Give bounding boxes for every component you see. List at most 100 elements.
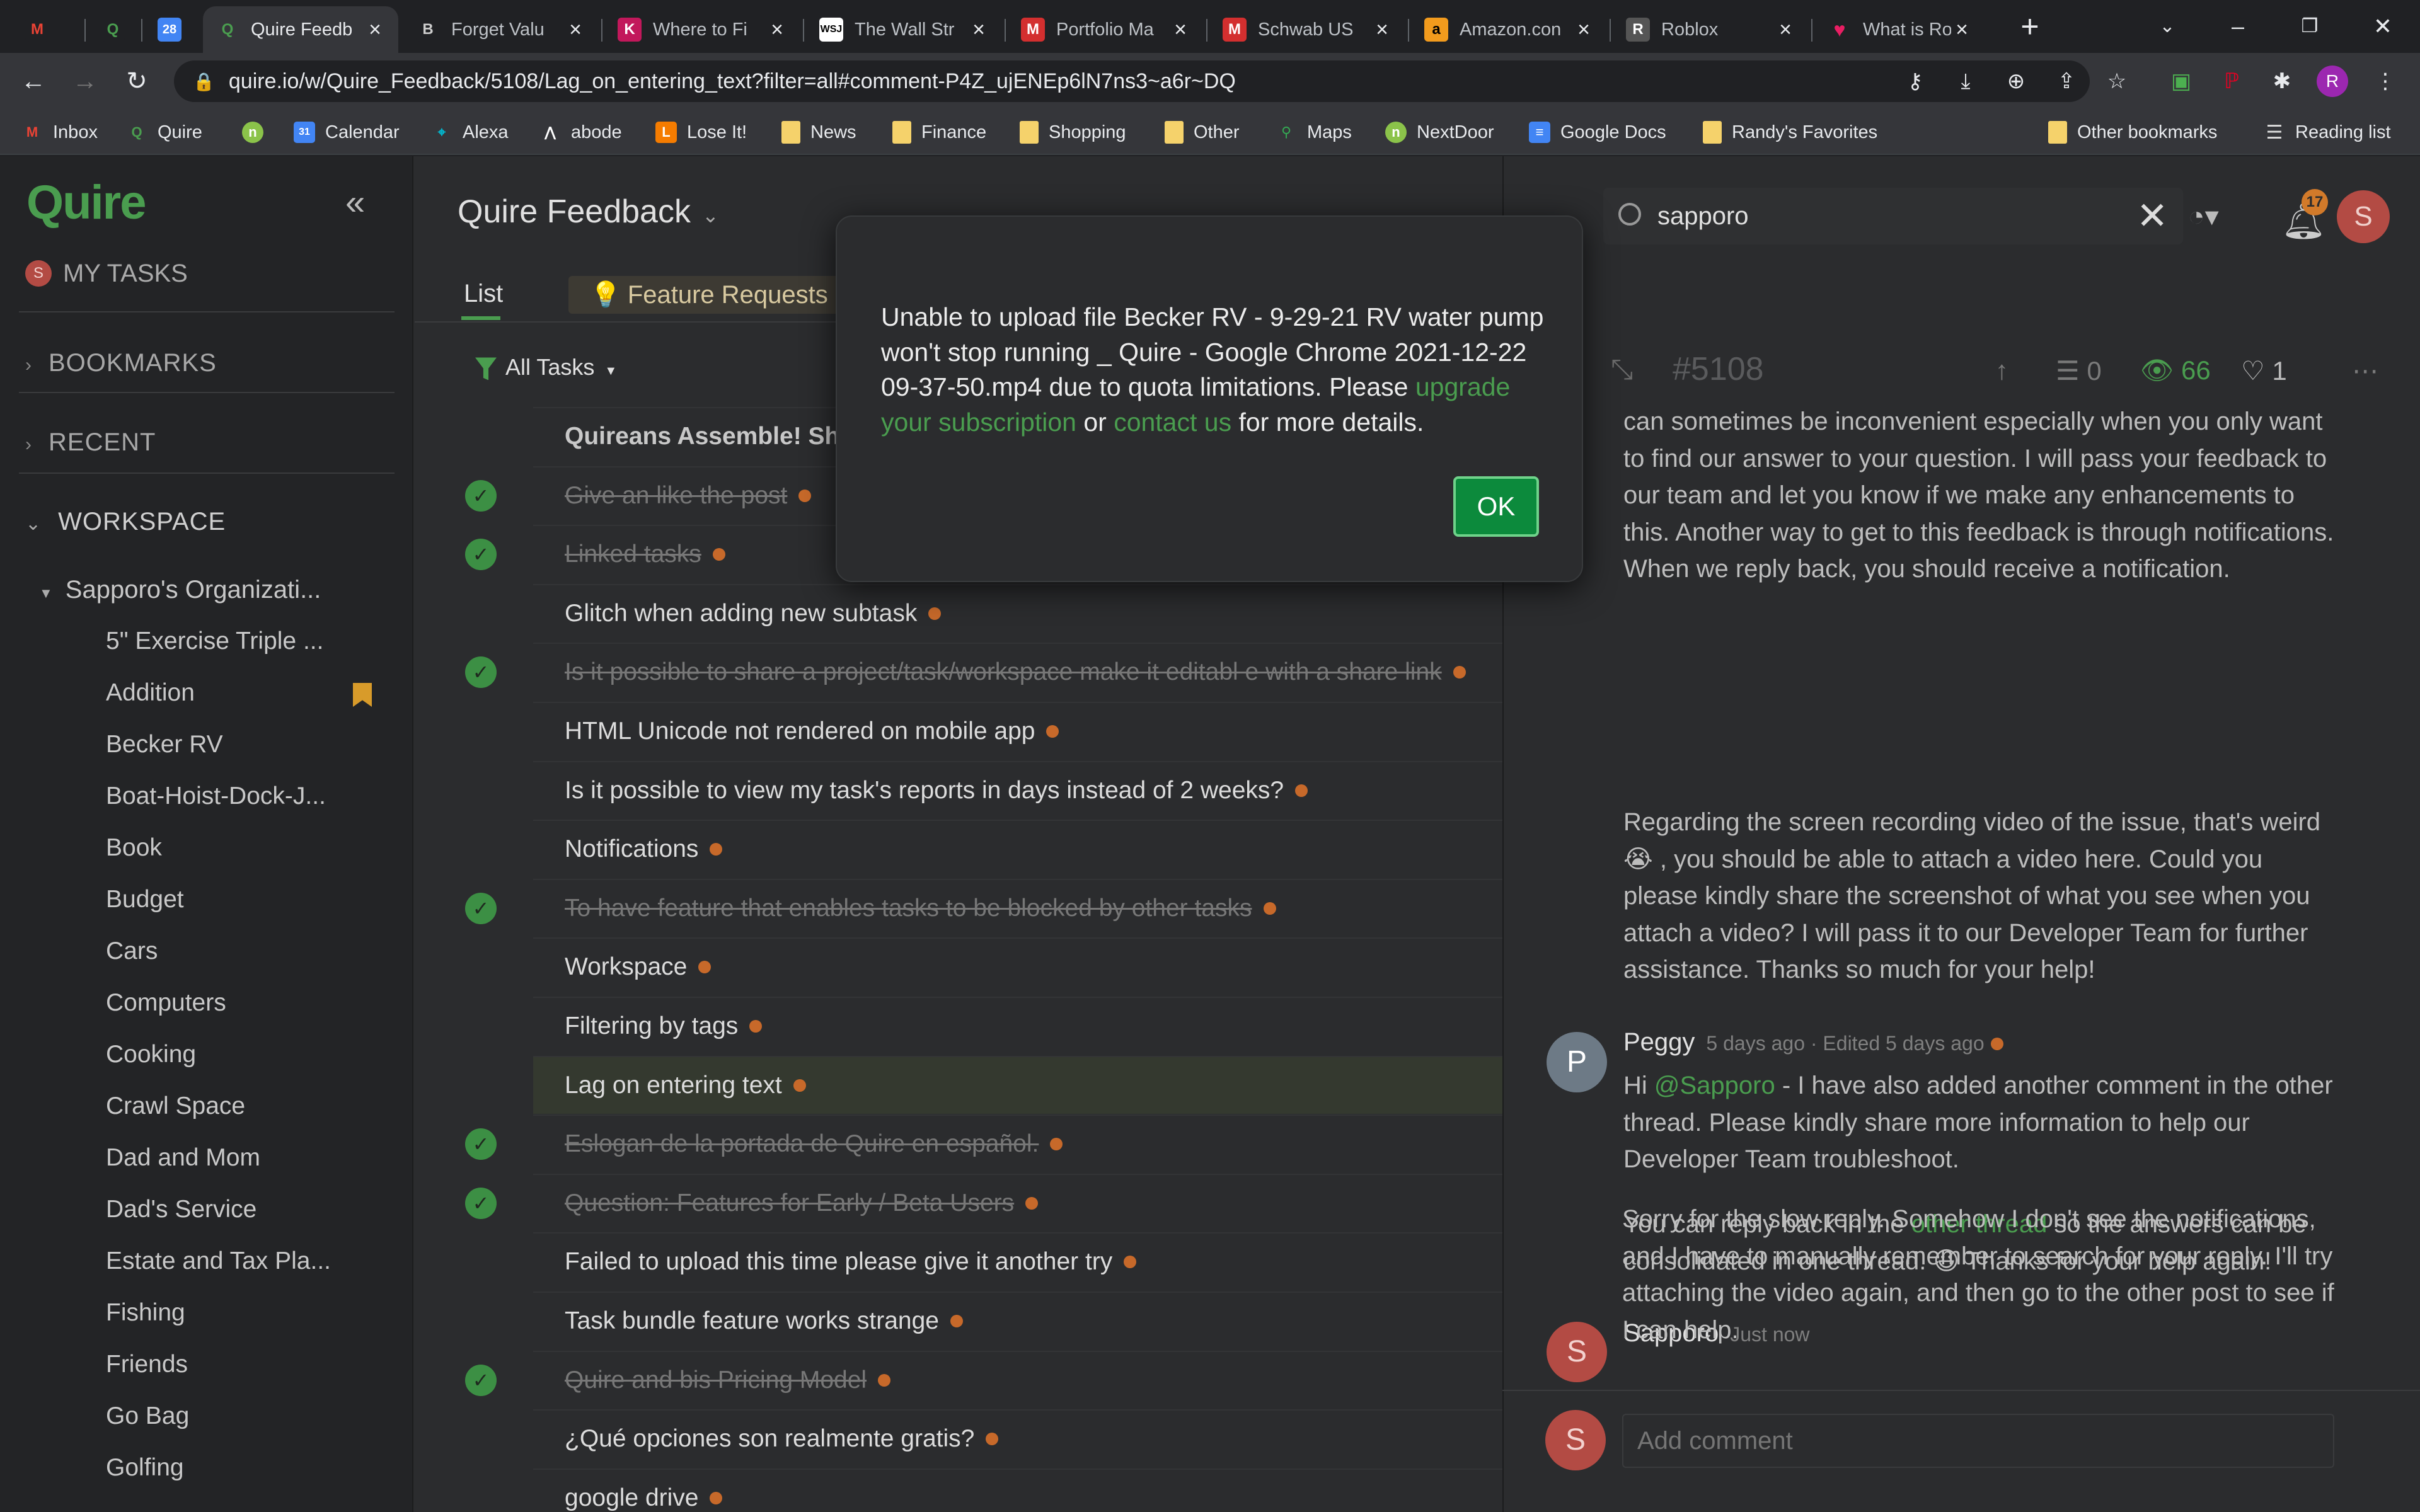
project-boat-hoist[interactable]: Boat-Hoist-Dock-J... <box>106 782 326 810</box>
project-becker-rv[interactable]: Becker RV <box>106 731 223 759</box>
tab-quire-feedback[interactable]: Q Quire Feedb × <box>203 6 398 53</box>
project-golfing[interactable]: Golfing <box>106 1454 184 1482</box>
ok-button[interactable]: OK <box>1453 476 1539 537</box>
sidebar-my-tasks[interactable]: S MY TASKS <box>25 258 188 288</box>
task-row[interactable]: Filtering by tags <box>533 997 1504 1055</box>
sidebar-recent[interactable]: › RECENT <box>25 428 156 457</box>
project-addition[interactable]: Addition <box>106 679 195 707</box>
close-icon[interactable]: × <box>1775 18 1796 42</box>
bookmark-shopping[interactable]: Shopping <box>1020 118 1126 146</box>
arrow-up-icon[interactable]: ↑ <box>1995 355 2008 386</box>
project-book[interactable]: Book <box>106 834 162 862</box>
tab-what-is-roblox[interactable]: ♥ What is Rob × <box>1815 6 1985 53</box>
subtasks-icon[interactable]: ☰ 0 <box>2056 355 2102 386</box>
completed-check-icon[interactable]: ✓ <box>465 539 497 570</box>
tab-search-icon[interactable]: ⌄ <box>2145 8 2189 45</box>
tab-portfolio[interactable]: M Portfolio Ma × <box>1008 6 1204 53</box>
project-crawl-space[interactable]: Crawl Space <box>106 1092 245 1120</box>
project-computers[interactable]: Computers <box>106 989 226 1017</box>
project-fishing[interactable]: Fishing <box>106 1299 185 1327</box>
bookmark-calendar[interactable]: 31 Calendar <box>294 118 400 146</box>
close-icon[interactable]: × <box>766 18 788 42</box>
task-row[interactable]: google drive <box>533 1469 1504 1512</box>
task-row[interactable]: Workspace <box>533 937 1504 995</box>
user-avatar[interactable]: S <box>2337 190 2390 243</box>
bookmark-loseit[interactable]: L Lose It! <box>655 118 747 146</box>
pinterest-icon[interactable]: ℙ <box>2216 66 2247 97</box>
project-dad-and-mom[interactable]: Dad and Mom <box>106 1144 260 1172</box>
task-row[interactable]: Notifications <box>533 820 1504 878</box>
tab-wsj[interactable]: WSJ The Wall Str × <box>807 6 1002 53</box>
bookmark-other[interactable]: Other <box>1165 118 1240 146</box>
task-row[interactable]: Task bundle feature works strange <box>533 1292 1504 1349</box>
close-icon[interactable]: × <box>1371 18 1393 42</box>
watchers-icon[interactable]: 👁︎ 66 <box>2140 355 2211 386</box>
task-row[interactable]: HTML Unicode not rendered on mobile app <box>533 702 1504 760</box>
project-estate-tax[interactable]: Estate and Tax Pla... <box>106 1247 331 1275</box>
quire-logo[interactable]: Quire <box>26 175 146 230</box>
timer-icon[interactable]: ◔▾ <box>2188 200 2219 232</box>
completed-check-icon[interactable]: ✓ <box>465 1188 497 1219</box>
reload-button[interactable]: ↻ <box>117 62 156 101</box>
project-cooking[interactable]: Cooking <box>106 1041 196 1068</box>
completed-check-icon[interactable]: ✓ <box>465 1128 497 1160</box>
tab-gmail[interactable]: M <box>13 6 82 53</box>
task-row[interactable]: Lag on entering text <box>533 1056 1504 1114</box>
task-row[interactable]: Question: Features for Early / Beta User… <box>533 1174 1504 1232</box>
tab-forget-value[interactable]: B Forget Valu × <box>403 6 599 53</box>
more-icon[interactable]: ⋯ <box>2352 355 2378 386</box>
project-title[interactable]: Quire Feedback ⌄ <box>458 193 719 231</box>
task-row[interactable]: Is it possible to view my task's reports… <box>533 761 1504 819</box>
project-budget[interactable]: Budget <box>106 886 184 914</box>
search-input[interactable]: sapporo <box>1603 188 2183 244</box>
filter-dropdown[interactable]: All Tasks ▼ <box>475 354 617 381</box>
bookmark-other-bookmarks[interactable]: Other bookmarks <box>2048 118 2217 146</box>
bookmark-finance[interactable]: Finance <box>892 118 986 146</box>
close-icon[interactable]: × <box>364 18 386 42</box>
tab-where-to-find[interactable]: K Where to Fi × <box>605 6 800 53</box>
bookmark-maps[interactable]: ⚲ Maps <box>1276 118 1352 146</box>
bookmark-news[interactable]: News <box>781 118 856 146</box>
completed-check-icon[interactable]: ✓ <box>465 893 497 924</box>
forward-button[interactable]: → <box>66 62 105 101</box>
sidebar-organization[interactable]: ▼ Sapporo's Organizati... <box>39 576 321 604</box>
like-icon[interactable]: ♡ 1 <box>2241 355 2287 386</box>
share-icon[interactable]: ⇪ <box>2051 66 2082 97</box>
close-icon[interactable]: × <box>1951 18 1973 42</box>
add-comment-input[interactable]: Add comment <box>1622 1414 2334 1468</box>
close-window-button[interactable]: ✕ <box>2361 8 2405 45</box>
sidebar-bookmarks[interactable]: › BOOKMARKS <box>25 349 217 377</box>
bookmark-inbox[interactable]: M Inbox <box>21 118 98 146</box>
completed-check-icon[interactable]: ✓ <box>465 480 497 512</box>
tab-roblox[interactable]: R Roblox × <box>1613 6 1809 53</box>
task-row[interactable]: Eslogan de la portada de Quire en españo… <box>533 1114 1504 1172</box>
task-row[interactable]: To have feature that enables tasks to be… <box>533 879 1504 937</box>
extension-meet-icon[interactable]: ▣ <box>2165 66 2197 97</box>
clear-search-icon[interactable]: ✕ <box>2136 194 2168 238</box>
project-exercise[interactable]: 5" Exercise Triple ... <box>106 627 323 655</box>
install-icon[interactable]: ⤓ <box>1950 66 1981 97</box>
new-tab-button[interactable]: + <box>2008 8 2052 45</box>
extensions-icon[interactable]: ✱ <box>2266 66 2298 97</box>
bookmark-abode[interactable]: ⋀ abode <box>539 118 622 146</box>
menu-icon[interactable]: ⋮ <box>2370 66 2401 97</box>
tab-amazon[interactable]: a Amazon.con × <box>1412 6 1607 53</box>
contact-us-link[interactable]: contact us <box>1114 408 1231 437</box>
profile-avatar[interactable]: R <box>2317 66 2348 97</box>
close-icon[interactable]: × <box>1573 18 1594 42</box>
close-icon[interactable]: × <box>1170 18 1191 42</box>
task-row[interactable]: Failed to upload this time please give i… <box>533 1232 1504 1290</box>
project-go-bag[interactable]: Go Bag <box>106 1402 189 1430</box>
task-row[interactable]: Quire and bis Pricing Model <box>533 1351 1504 1409</box>
project-friends[interactable]: Friends <box>106 1351 188 1378</box>
minimize-button[interactable]: – <box>2216 8 2260 45</box>
bookmark-quire[interactable]: Q Quire <box>126 118 202 146</box>
close-icon[interactable]: × <box>565 18 586 42</box>
tab-quire[interactable]: Q <box>88 6 145 53</box>
collapse-sidebar-icon[interactable]: « <box>345 181 365 222</box>
completed-check-icon[interactable]: ✓ <box>465 1365 497 1396</box>
bookmark-nextdoor-small[interactable]: n <box>242 118 274 146</box>
expand-icon[interactable]: ⤡ <box>1611 354 1633 386</box>
bookmark-icon[interactable] <box>353 683 372 707</box>
tab-calendar[interactable]: 28 <box>145 6 208 53</box>
